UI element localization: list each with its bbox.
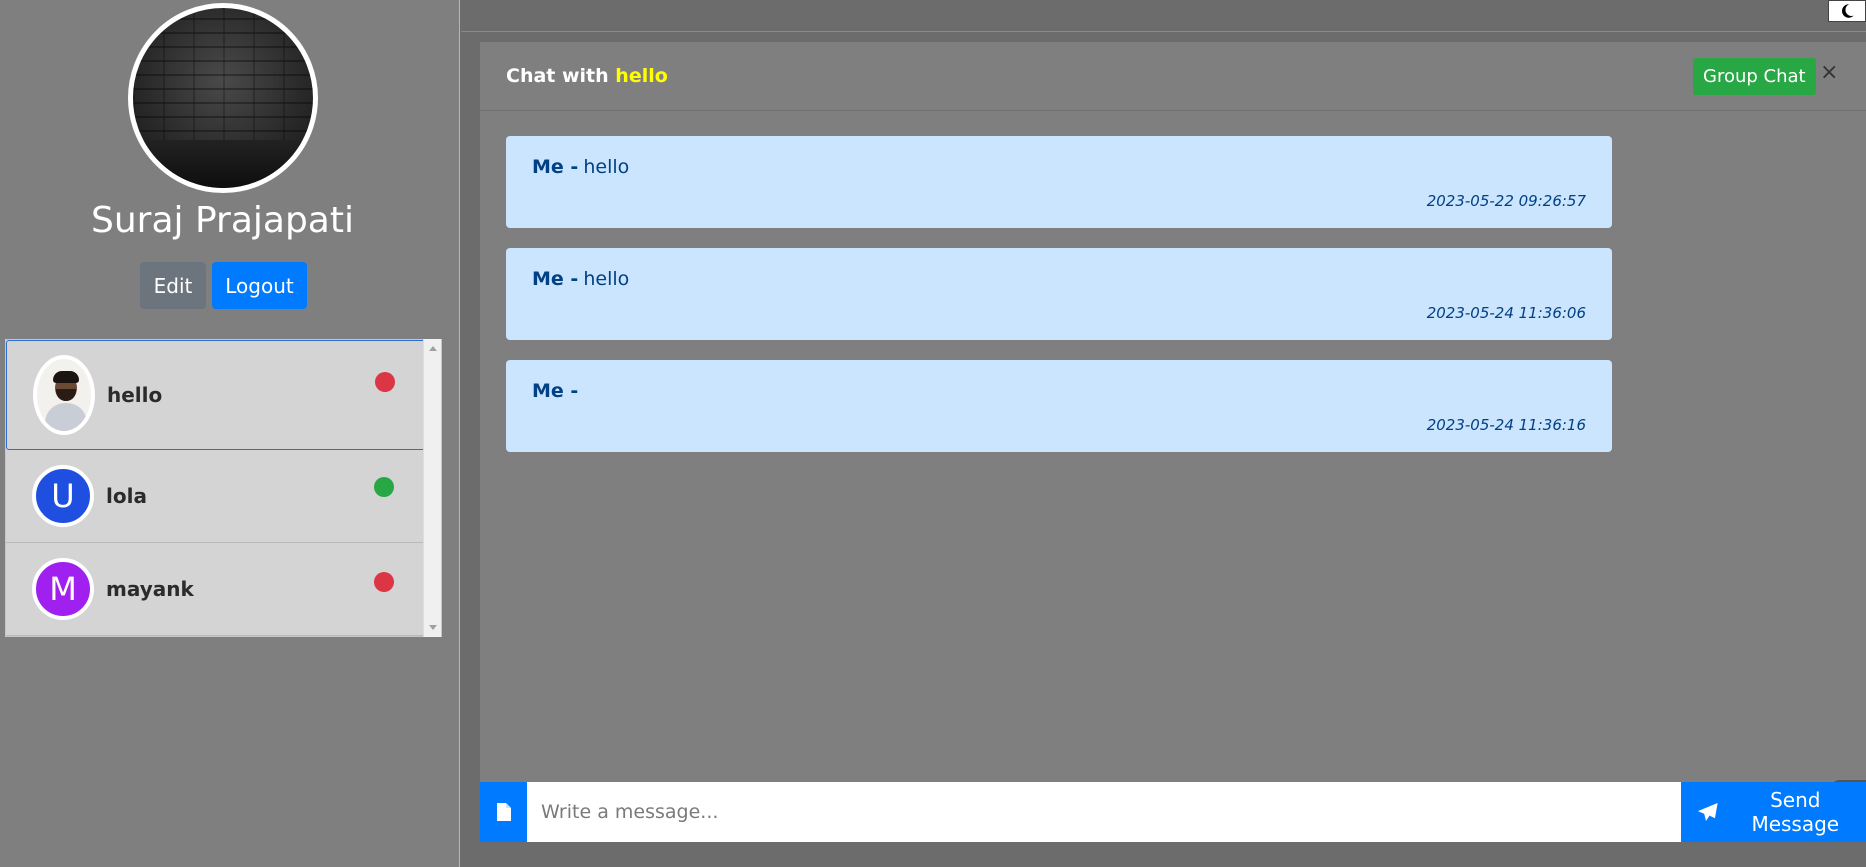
contact-item-lola[interactable]: U lola — [6, 450, 441, 543]
message-sender: Me - — [532, 380, 579, 402]
file-icon — [496, 803, 511, 821]
message-composer: Send Message — [480, 782, 1866, 842]
chat-title-prefix: Chat with — [506, 65, 609, 87]
divider — [461, 31, 1866, 32]
scroll-down-icon[interactable] — [429, 625, 437, 630]
chat-title-user: hello — [615, 65, 668, 87]
profile-name: Suraj Prajapati — [90, 200, 354, 241]
message-list: Me - hello 2023-05-22 09:26:57 Me - hell… — [506, 136, 1612, 472]
contact-item-hello[interactable]: hello — [6, 340, 441, 450]
chat-header: Chat with hello Group Chat × — [480, 42, 1866, 111]
status-indicator — [375, 372, 395, 392]
contact-name: mayank — [106, 577, 194, 601]
message-bubble: Me - 2023-05-24 11:36:16 — [506, 360, 1612, 452]
message-timestamp: 2023-05-24 11:36:06 — [1426, 304, 1586, 322]
contact-item-mayank[interactable]: M mayank — [6, 543, 441, 636]
message-bubble: Me - hello 2023-05-22 09:26:57 — [506, 136, 1612, 228]
floor-image — [133, 140, 313, 188]
message-timestamp: 2023-05-22 09:26:57 — [1426, 192, 1586, 210]
profile-actions: Edit Logout — [140, 262, 307, 309]
theme-toggle-button[interactable] — [1828, 0, 1866, 22]
contact-list: hello U lola M mayank — [5, 339, 442, 637]
scroll-up-icon[interactable] — [429, 346, 437, 351]
send-message-button[interactable]: Send Message — [1681, 782, 1866, 842]
message-input[interactable] — [527, 782, 1681, 842]
crescent-moon-icon — [1841, 4, 1854, 18]
close-icon[interactable]: × — [1820, 60, 1838, 85]
paper-plane-icon — [1697, 803, 1718, 821]
status-indicator — [374, 572, 394, 592]
chat-title: Chat with hello — [506, 65, 668, 87]
message-text: hello — [583, 268, 630, 290]
contact-list-scrollbar[interactable] — [423, 339, 441, 637]
status-indicator — [374, 477, 394, 497]
edit-button[interactable]: Edit — [140, 262, 206, 309]
message-bubble: Me - hello 2023-05-24 11:36:06 — [506, 248, 1612, 340]
attach-file-button[interactable] — [480, 782, 527, 842]
avatar: U — [32, 465, 94, 527]
message-timestamp: 2023-05-24 11:36:16 — [1426, 416, 1586, 434]
avatar: M — [32, 558, 94, 620]
contact-name: lola — [106, 484, 147, 508]
profile-avatar — [128, 3, 318, 193]
send-label: Send Message — [1751, 788, 1840, 836]
avatar — [33, 355, 95, 435]
sidebar: Suraj Prajapati Edit Logout hello U lola… — [0, 0, 460, 867]
group-chat-button[interactable]: Group Chat — [1693, 58, 1816, 95]
logout-button[interactable]: Logout — [212, 262, 307, 309]
contact-name: hello — [107, 383, 163, 407]
message-text: hello — [583, 156, 630, 178]
message-sender: Me - — [532, 156, 579, 178]
message-sender: Me - — [532, 268, 579, 290]
chat-panel: Chat with hello Group Chat × Me - hello … — [480, 42, 1866, 836]
